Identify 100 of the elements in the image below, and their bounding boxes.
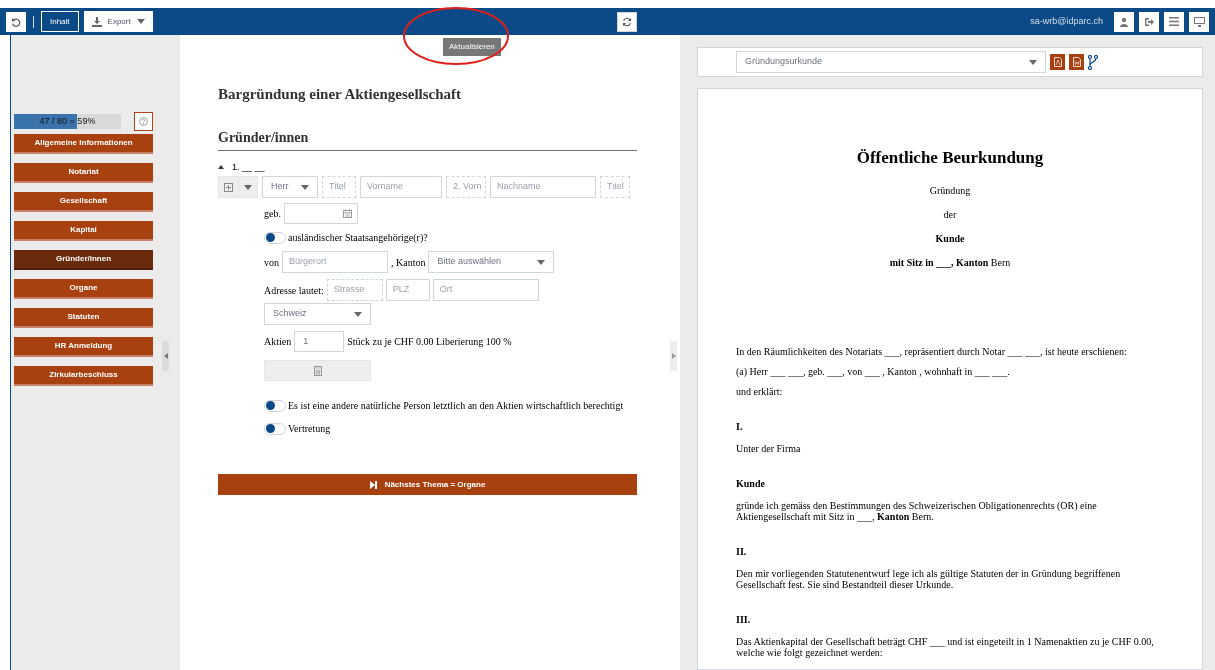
born-label: geb.: [264, 207, 281, 221]
text-field[interactable]: Nachname: [490, 176, 596, 198]
download-icon: [91, 16, 102, 27]
pdf-button[interactable]: [1050, 54, 1065, 70]
select-value: Bitte auswählen: [437, 255, 501, 269]
document-paragraph: Unter der Firma: [736, 442, 802, 454]
toggle-label: Es ist eine andere natürliche Person letztlich an den Aktien wirtschaftlich berechtigt: [288, 399, 624, 413]
document-heading: II.: [736, 544, 748, 559]
document-paragraph: (a) Herr ___ ___, geb. ___, von ___ , Kanton , wohnhaft in ___ ___.: [736, 365, 1011, 377]
caret-icon: [537, 259, 546, 265]
select-field[interactable]: Herr: [262, 176, 318, 198]
expand-handle[interactable]: [670, 341, 677, 371]
logout-button[interactable]: [1139, 11, 1159, 32]
shares-field[interactable]: 1: [294, 331, 345, 352]
calendar-icon: [342, 209, 352, 218]
sidebar-item[interactable]: Gesellschaft: [14, 192, 153, 212]
sidebar-item[interactable]: HR Anmeldung: [14, 337, 153, 357]
document-heading: Kunde: [736, 476, 766, 491]
caret-icon: [1029, 59, 1037, 65]
monitor-icon: [1193, 16, 1205, 27]
section-heading: Gründer/innen: [218, 126, 637, 151]
caret-left-icon: [163, 353, 168, 359]
document-heading: I.: [736, 419, 744, 434]
shares-label: Aktien: [264, 335, 292, 349]
text-field[interactable]: 2. Vorn: [446, 176, 486, 198]
plus-square-icon: [224, 182, 233, 192]
export-button[interactable]: Export: [83, 11, 153, 32]
word-file-icon: [1072, 57, 1081, 67]
toggle-label: Vertretung: [288, 422, 331, 436]
help-icon: [139, 117, 148, 126]
toggle-switch[interactable]: [264, 422, 286, 435]
logout-icon: [1144, 16, 1154, 27]
sidebar-item[interactable]: Zirkularbeschluss: [14, 366, 153, 386]
refresh-button[interactable]: [616, 11, 637, 32]
caret-right-icon: [671, 353, 676, 359]
branch-icon[interactable]: [1088, 54, 1098, 70]
document-title: Öffentliche Beurkundung: [855, 147, 1045, 169]
document-paragraph: Den mir vorliegenden Statutenentwurf lege ich als gültige Statuten der in Gründung begriffenen Gesellschaft fest. Sie sind Bestandteil dieser Urkunde.: [736, 567, 1122, 590]
select-value: Schweiz: [273, 307, 307, 321]
document-line: Kunde: [934, 231, 966, 246]
date-field[interactable]: [283, 203, 358, 224]
select-field[interactable]: Bitte auswählen: [428, 251, 555, 273]
document-paragraph: Das Aktienkapital der Gesellschaft beträgt CHF ___ und ist eingeteilt in 1 Namenaktien zu je CHF 0.00, welche wie folgt gezeichnet werden:: [736, 635, 1155, 658]
canton-label: , Kanton: [391, 255, 426, 270]
next-topic-button[interactable]: Nächstes Thema = Organe: [218, 474, 637, 495]
text-field[interactable]: Titel: [322, 176, 356, 198]
document-paragraph: und erklärt:: [736, 385, 784, 397]
add-menu-button[interactable]: [218, 176, 258, 198]
select-field[interactable]: Schweiz: [264, 303, 371, 325]
document-line: der: [942, 207, 958, 222]
text-field[interactable]: Vorname: [360, 176, 442, 198]
text-field[interactable]: Ort: [432, 279, 539, 301]
refresh-icon: [621, 16, 632, 27]
calculator-icon: [313, 365, 322, 376]
tooltip: Aktualisieren: [443, 38, 501, 56]
address-label: Adresse lautet:: [264, 283, 324, 298]
user-button[interactable]: [1114, 11, 1134, 32]
monitor-button[interactable]: [1189, 11, 1209, 32]
document-line: mit Sitz in ___, Kanton Bern: [888, 255, 1012, 270]
from-label: von: [264, 255, 279, 270]
collapse-handle[interactable]: [162, 341, 169, 371]
user-email: sa-wrb@idparc.ch: [1030, 14, 1103, 28]
text-field[interactable]: Strasse: [326, 279, 383, 301]
word-button[interactable]: [1069, 54, 1084, 70]
undo-icon: [11, 16, 21, 27]
user-icon: [1119, 16, 1129, 27]
shares-text: Stück zu je CHF 0.00 Liberierung 100 %: [347, 335, 512, 349]
sidebar-item[interactable]: Kapital: [14, 221, 153, 241]
sidebar-item[interactable]: Allgemeine Informationen: [14, 134, 153, 154]
select-value: Gründungsurkunde: [745, 55, 823, 69]
progress-label: 47 / 80 = 59%: [38, 114, 97, 128]
select-field[interactable]: Gründungsurkunde: [736, 51, 1046, 73]
content-button[interactable]: Inhalt: [41, 11, 79, 32]
help-button[interactable]: [134, 112, 153, 131]
select-value: Herr: [271, 180, 289, 194]
caret-icon: [301, 184, 309, 190]
sidebar-item[interactable]: Organe: [14, 279, 153, 299]
document-paragraph: gründe ich gemäss den Bestimmungen des Schweizerischen Obligationenrechts (OR) eine Aktiengesellschaft mit Sitz in ___, Kanton Bern.: [736, 499, 1098, 522]
toggle-label: ausländischer Staatsangehörige(r)?: [288, 231, 428, 245]
pdf-file-icon: [1053, 57, 1062, 67]
sidebar-item[interactable]: Notariat: [14, 163, 153, 183]
caret-icon: [244, 184, 252, 190]
sidebar-item[interactable]: Statuten: [14, 308, 153, 328]
menu-button[interactable]: [1164, 11, 1184, 32]
caret-icon: [136, 19, 145, 24]
sidebar-item[interactable]: Gründer/innen: [14, 250, 153, 270]
text-field[interactable]: Bürgerort: [282, 251, 388, 273]
skip-forward-icon: [369, 480, 377, 489]
undo-button[interactable]: [6, 11, 26, 32]
document-line: Gründung: [928, 183, 972, 198]
form-title: Bargründung einer Aktiengesellschaft: [218, 85, 463, 104]
toggle-switch[interactable]: [264, 399, 286, 412]
text-field[interactable]: PLZ: [385, 279, 430, 301]
person-header: 1. __ __: [232, 160, 265, 174]
text-field[interactable]: Titel: [600, 176, 630, 198]
collapse-arrow-icon: [218, 165, 224, 170]
menu-icon: [1169, 17, 1179, 26]
toggle-switch[interactable]: [264, 231, 286, 244]
document-heading: III.: [736, 612, 752, 627]
caret-icon: [354, 311, 362, 317]
